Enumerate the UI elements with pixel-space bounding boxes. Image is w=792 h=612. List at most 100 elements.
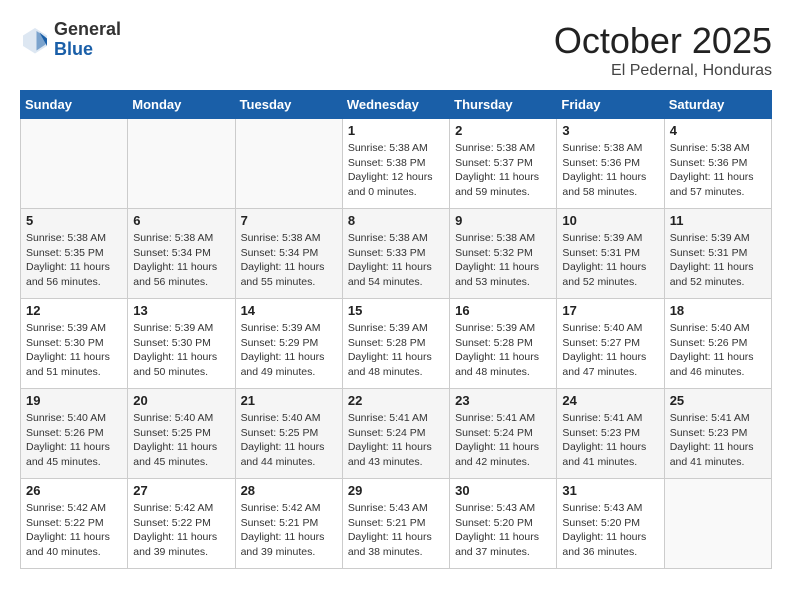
day-number: 5 <box>26 213 122 228</box>
calendar-body: 1 Sunrise: 5:38 AM Sunset: 5:38 PM Daylig… <box>21 119 772 569</box>
day-cell <box>128 119 235 209</box>
day-info: Sunrise: 5:40 AM Sunset: 5:27 PM Dayligh… <box>562 321 658 380</box>
day-number: 9 <box>455 213 551 228</box>
calendar-table: SundayMondayTuesdayWednesdayThursdayFrid… <box>20 90 772 569</box>
logo-general: General <box>54 20 121 40</box>
day-cell: 8 Sunrise: 5:38 AM Sunset: 5:33 PM Daylig… <box>342 209 449 299</box>
header-row: SundayMondayTuesdayWednesdayThursdayFrid… <box>21 91 772 119</box>
day-number: 7 <box>241 213 337 228</box>
day-number: 31 <box>562 483 658 498</box>
day-cell: 26 Sunrise: 5:42 AM Sunset: 5:22 PM Dayli… <box>21 479 128 569</box>
day-cell: 6 Sunrise: 5:38 AM Sunset: 5:34 PM Daylig… <box>128 209 235 299</box>
day-info: Sunrise: 5:40 AM Sunset: 5:25 PM Dayligh… <box>133 411 229 470</box>
day-number: 25 <box>670 393 766 408</box>
day-info: Sunrise: 5:39 AM Sunset: 5:28 PM Dayligh… <box>455 321 551 380</box>
day-cell: 16 Sunrise: 5:39 AM Sunset: 5:28 PM Dayli… <box>450 299 557 389</box>
day-cell: 14 Sunrise: 5:39 AM Sunset: 5:29 PM Dayli… <box>235 299 342 389</box>
day-info: Sunrise: 5:42 AM Sunset: 5:22 PM Dayligh… <box>26 501 122 560</box>
day-number: 29 <box>348 483 444 498</box>
day-info: Sunrise: 5:40 AM Sunset: 5:26 PM Dayligh… <box>26 411 122 470</box>
day-cell: 19Sunrise: 5:40 AM Sunset: 5:26 PM Dayli… <box>21 389 128 479</box>
day-info: Sunrise: 5:42 AM Sunset: 5:21 PM Dayligh… <box>241 501 337 560</box>
day-number: 17 <box>562 303 658 318</box>
day-info: Sunrise: 5:43 AM Sunset: 5:20 PM Dayligh… <box>455 501 551 560</box>
day-number: 8 <box>348 213 444 228</box>
day-cell <box>21 119 128 209</box>
day-number: 14 <box>241 303 337 318</box>
day-info: Sunrise: 5:39 AM Sunset: 5:31 PM Dayligh… <box>562 231 658 290</box>
day-cell: 11Sunrise: 5:39 AM Sunset: 5:31 PM Dayli… <box>664 209 771 299</box>
logo-icon <box>20 25 50 55</box>
day-cell: 25Sunrise: 5:41 AM Sunset: 5:23 PM Dayli… <box>664 389 771 479</box>
day-info: Sunrise: 5:43 AM Sunset: 5:20 PM Dayligh… <box>562 501 658 560</box>
day-cell: 30 Sunrise: 5:43 AM Sunset: 5:20 PM Dayli… <box>450 479 557 569</box>
day-info: Sunrise: 5:39 AM Sunset: 5:30 PM Dayligh… <box>26 321 122 380</box>
day-cell: 23 Sunrise: 5:41 AM Sunset: 5:24 PM Dayli… <box>450 389 557 479</box>
day-cell: 15Sunrise: 5:39 AM Sunset: 5:28 PM Dayli… <box>342 299 449 389</box>
logo-blue: Blue <box>54 40 121 60</box>
day-info: Sunrise: 5:42 AM Sunset: 5:22 PM Dayligh… <box>133 501 229 560</box>
month-title: October 2025 <box>554 20 772 62</box>
day-info: Sunrise: 5:39 AM Sunset: 5:30 PM Dayligh… <box>133 321 229 380</box>
day-number: 24 <box>562 393 658 408</box>
day-info: Sunrise: 5:41 AM Sunset: 5:23 PM Dayligh… <box>562 411 658 470</box>
day-number: 1 <box>348 123 444 138</box>
logo-text: General Blue <box>54 20 121 60</box>
day-cell <box>664 479 771 569</box>
day-info: Sunrise: 5:39 AM Sunset: 5:29 PM Dayligh… <box>241 321 337 380</box>
day-number: 6 <box>133 213 229 228</box>
header-cell-friday: Friday <box>557 91 664 119</box>
location: El Pedernal, Honduras <box>554 62 772 80</box>
day-cell: 13Sunrise: 5:39 AM Sunset: 5:30 PM Dayli… <box>128 299 235 389</box>
day-number: 27 <box>133 483 229 498</box>
day-info: Sunrise: 5:38 AM Sunset: 5:33 PM Dayligh… <box>348 231 444 290</box>
day-cell <box>235 119 342 209</box>
day-cell: 3Sunrise: 5:38 AM Sunset: 5:36 PM Daylig… <box>557 119 664 209</box>
day-info: Sunrise: 5:38 AM Sunset: 5:38 PM Dayligh… <box>348 141 444 200</box>
day-cell: 21Sunrise: 5:40 AM Sunset: 5:25 PM Dayli… <box>235 389 342 479</box>
header-cell-tuesday: Tuesday <box>235 91 342 119</box>
day-cell: 9 Sunrise: 5:38 AM Sunset: 5:32 PM Daylig… <box>450 209 557 299</box>
day-info: Sunrise: 5:38 AM Sunset: 5:34 PM Dayligh… <box>133 231 229 290</box>
day-cell: 10 Sunrise: 5:39 AM Sunset: 5:31 PM Dayli… <box>557 209 664 299</box>
day-number: 30 <box>455 483 551 498</box>
day-number: 20 <box>133 393 229 408</box>
day-cell: 31 Sunrise: 5:43 AM Sunset: 5:20 PM Dayli… <box>557 479 664 569</box>
day-cell: 5 Sunrise: 5:38 AM Sunset: 5:35 PM Daylig… <box>21 209 128 299</box>
day-number: 10 <box>562 213 658 228</box>
week-row-4: 26 Sunrise: 5:42 AM Sunset: 5:22 PM Dayli… <box>21 479 772 569</box>
week-row-0: 1 Sunrise: 5:38 AM Sunset: 5:38 PM Daylig… <box>21 119 772 209</box>
day-info: Sunrise: 5:38 AM Sunset: 5:34 PM Dayligh… <box>241 231 337 290</box>
day-info: Sunrise: 5:38 AM Sunset: 5:36 PM Dayligh… <box>670 141 766 200</box>
day-info: Sunrise: 5:38 AM Sunset: 5:35 PM Dayligh… <box>26 231 122 290</box>
calendar-header: SundayMondayTuesdayWednesdayThursdayFrid… <box>21 91 772 119</box>
day-number: 2 <box>455 123 551 138</box>
day-number: 28 <box>241 483 337 498</box>
day-cell: 22Sunrise: 5:41 AM Sunset: 5:24 PM Dayli… <box>342 389 449 479</box>
day-number: 3 <box>562 123 658 138</box>
day-info: Sunrise: 5:43 AM Sunset: 5:21 PM Dayligh… <box>348 501 444 560</box>
day-info: Sunrise: 5:40 AM Sunset: 5:25 PM Dayligh… <box>241 411 337 470</box>
day-cell: 4 Sunrise: 5:38 AM Sunset: 5:36 PM Daylig… <box>664 119 771 209</box>
header-cell-sunday: Sunday <box>21 91 128 119</box>
header-cell-thursday: Thursday <box>450 91 557 119</box>
day-number: 26 <box>26 483 122 498</box>
day-cell: 20 Sunrise: 5:40 AM Sunset: 5:25 PM Dayli… <box>128 389 235 479</box>
title-block: October 2025 El Pedernal, Honduras <box>554 20 772 80</box>
day-number: 23 <box>455 393 551 408</box>
day-cell: 1 Sunrise: 5:38 AM Sunset: 5:38 PM Daylig… <box>342 119 449 209</box>
day-number: 16 <box>455 303 551 318</box>
day-info: Sunrise: 5:41 AM Sunset: 5:24 PM Dayligh… <box>348 411 444 470</box>
day-cell: 12Sunrise: 5:39 AM Sunset: 5:30 PM Dayli… <box>21 299 128 389</box>
day-info: Sunrise: 5:41 AM Sunset: 5:24 PM Dayligh… <box>455 411 551 470</box>
day-cell: 17 Sunrise: 5:40 AM Sunset: 5:27 PM Dayli… <box>557 299 664 389</box>
day-cell: 28 Sunrise: 5:42 AM Sunset: 5:21 PM Dayli… <box>235 479 342 569</box>
week-row-1: 5 Sunrise: 5:38 AM Sunset: 5:35 PM Daylig… <box>21 209 772 299</box>
day-info: Sunrise: 5:39 AM Sunset: 5:31 PM Dayligh… <box>670 231 766 290</box>
logo: General Blue <box>20 20 121 60</box>
day-info: Sunrise: 5:38 AM Sunset: 5:37 PM Dayligh… <box>455 141 551 200</box>
day-info: Sunrise: 5:38 AM Sunset: 5:32 PM Dayligh… <box>455 231 551 290</box>
header-cell-monday: Monday <box>128 91 235 119</box>
day-number: 4 <box>670 123 766 138</box>
day-info: Sunrise: 5:39 AM Sunset: 5:28 PM Dayligh… <box>348 321 444 380</box>
